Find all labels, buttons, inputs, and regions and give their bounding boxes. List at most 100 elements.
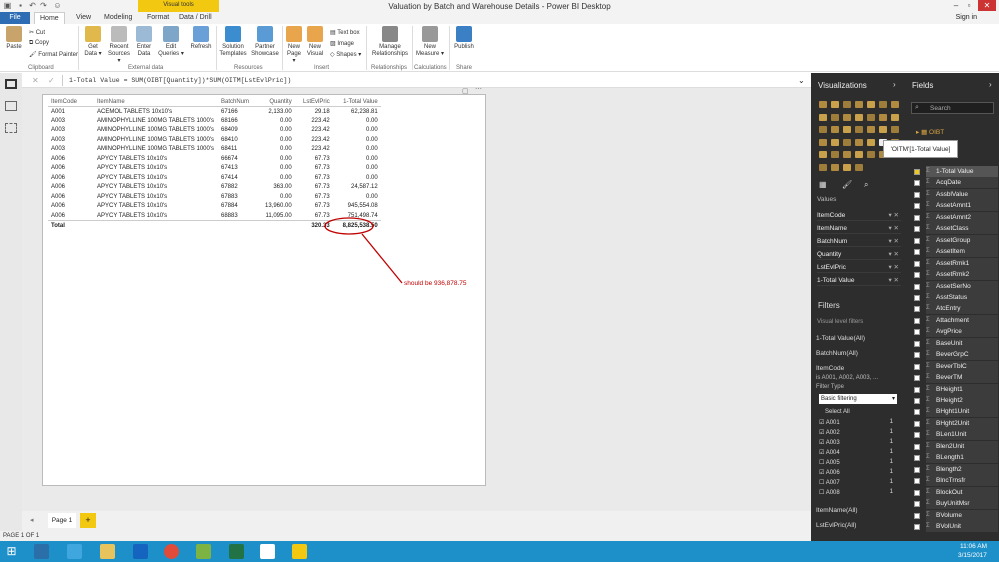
field-item[interactable]: Σ AssetAmnt1 — [914, 200, 998, 212]
formula-input[interactable]: 1-Total Value = SUM(OIBT[Quantity])*SUM(… — [69, 77, 291, 84]
field-item[interactable]: Σ Blength2 — [914, 463, 998, 475]
filter-option[interactable]: ☑ A004 1 — [819, 449, 899, 456]
visual-type-icon[interactable] — [831, 151, 839, 158]
checkbox-icon[interactable]: ☐ — [819, 490, 826, 496]
field-item[interactable]: Σ BHeight1 — [914, 383, 998, 395]
table-row[interactable]: A001 ACEMOL TABLETS 10x10's 67166 2,133.00 2… — [48, 107, 381, 117]
visual-type-icon[interactable] — [879, 113, 887, 121]
visual-type-icon[interactable] — [843, 101, 851, 108]
visual-type-icon[interactable] — [855, 138, 863, 146]
visual-type-icon[interactable] — [819, 101, 827, 108]
field-item[interactable]: Σ Blen2Unit — [914, 440, 998, 452]
field-checkbox[interactable] — [914, 478, 920, 485]
visual-type-icon[interactable] — [867, 101, 875, 108]
field-item[interactable]: Σ BlockOut — [914, 486, 998, 498]
field-checkbox[interactable] — [914, 191, 920, 198]
field-item[interactable]: Σ AssetAmnt2 — [914, 211, 998, 223]
field-checkbox[interactable] — [914, 180, 920, 187]
prev-page-icon[interactable]: ◂ — [30, 516, 34, 524]
checkbox-icon[interactable]: ☐ — [819, 460, 826, 466]
powerbi-icon[interactable] — [292, 544, 307, 559]
visual-type-icon[interactable] — [879, 126, 887, 133]
maximize-button[interactable]: ▫ — [963, 0, 975, 11]
field-checkbox[interactable] — [914, 443, 920, 450]
field-item[interactable]: Σ AtcEntry — [914, 303, 998, 315]
field-item[interactable]: Σ BHght1Unit — [914, 406, 998, 418]
page-tab-1[interactable]: Page 1 — [48, 513, 76, 528]
app-taskbar-icon[interactable] — [67, 544, 82, 559]
field-checkbox[interactable] — [914, 237, 920, 244]
tab-view[interactable]: View — [71, 12, 96, 24]
filter-card[interactable]: LstEvlPric(All) — [816, 522, 856, 529]
field-item[interactable]: Σ BHght2Unit — [914, 417, 998, 429]
report-view-icon[interactable] — [5, 79, 17, 89]
visual-type-icon[interactable] — [855, 151, 863, 158]
field-checkbox[interactable] — [914, 214, 920, 221]
new-page-button[interactable]: New Page ▾ — [285, 26, 303, 65]
new-measure-button[interactable]: New Measure ▾ — [415, 26, 445, 58]
column-header[interactable]: ItemCode — [48, 97, 94, 107]
field-item[interactable]: Σ AssblValue — [914, 188, 998, 200]
checkbox-icon[interactable]: ☑ — [819, 420, 826, 426]
edit-queries-button[interactable]: Edit Queries ▾ — [158, 26, 184, 58]
checkbox-icon[interactable]: ☑ — [819, 430, 826, 436]
field-checkbox[interactable] — [914, 375, 920, 382]
filter-option[interactable]: ☑ A002 1 — [819, 429, 899, 436]
field-checkbox[interactable] — [914, 432, 920, 439]
field-item[interactable]: Σ BLen1Unit — [914, 429, 998, 441]
visual-type-icon[interactable] — [819, 151, 827, 158]
field-checkbox[interactable] — [914, 329, 920, 336]
collapse-fields-icon[interactable]: › — [989, 80, 992, 89]
paste-button[interactable]: Paste — [3, 26, 25, 51]
field-checkbox[interactable] — [914, 420, 920, 427]
field-item[interactable]: Σ BHeight2 — [914, 395, 998, 406]
visual-type-icon[interactable] — [855, 126, 863, 133]
visual-type-icon[interactable] — [879, 101, 887, 108]
text-box-button[interactable]: ▤ Text box — [330, 29, 360, 36]
search-input[interactable]: ⌕ Search — [911, 102, 994, 114]
visual-type-icon[interactable] — [831, 163, 839, 171]
table-row[interactable]: A006 APYCY TABLETS 10x10's 67882 363.00 67.7… — [48, 183, 381, 193]
field-checkbox[interactable] — [914, 169, 920, 175]
field-checkbox[interactable] — [914, 466, 920, 473]
field-item[interactable]: Σ AcqDate — [914, 177, 998, 189]
visual-type-icon[interactable] — [891, 113, 899, 121]
checkbox-icon[interactable]: ☑ — [819, 440, 826, 446]
visual-type-icon[interactable] — [855, 163, 863, 171]
tab-file[interactable]: File — [0, 12, 30, 24]
visual-type-icon[interactable] — [819, 113, 827, 121]
field-checkbox[interactable] — [914, 226, 920, 233]
value-well-item[interactable]: 1-Total Value ▾ ✕ — [817, 275, 901, 286]
field-checkbox[interactable] — [914, 363, 920, 370]
field-item[interactable]: Σ BVolume — [914, 509, 998, 521]
table-visual[interactable]: ItemCode ItemName BatchNum Quantity LstE… — [48, 97, 381, 230]
field-item[interactable]: Σ AssetItem — [914, 246, 998, 258]
field-checkbox[interactable] — [914, 260, 920, 267]
remove-field-icon[interactable]: ▾ ✕ — [888, 210, 899, 221]
column-header[interactable]: BatchNum — [218, 97, 262, 107]
field-checkbox[interactable] — [914, 455, 920, 462]
table-row[interactable]: A006 APYCY TABLETS 10x10's 67883 0.00 67.73 0… — [48, 192, 381, 202]
field-checkbox[interactable] — [914, 512, 920, 519]
field-checkbox[interactable] — [914, 523, 920, 530]
filter-card[interactable]: ItemName(All) — [816, 507, 858, 514]
visual-type-icon[interactable] — [843, 138, 851, 146]
filter-option[interactable]: ☑ A001 1 — [819, 419, 899, 426]
get-data-button[interactable]: Get Data ▾ — [82, 26, 104, 58]
visual-type-icon[interactable] — [855, 113, 863, 121]
visual-type-icon[interactable] — [819, 126, 827, 133]
field-checkbox[interactable] — [914, 317, 920, 324]
filter-card[interactable]: BatchNum(All) — [816, 350, 858, 357]
visual-type-icon[interactable] — [831, 138, 839, 146]
visual-type-icon[interactable] — [855, 101, 863, 108]
refresh-button[interactable]: Refresh — [189, 26, 213, 51]
excel-icon[interactable] — [229, 544, 244, 559]
remove-field-icon[interactable]: ▾ ✕ — [888, 236, 899, 247]
close-button[interactable]: ✕ — [978, 0, 996, 11]
value-well-item[interactable]: Quantity ▾ ✕ — [817, 249, 901, 260]
tab-format[interactable]: Format — [142, 12, 174, 24]
document-icon[interactable] — [260, 544, 275, 559]
image-button[interactable]: ▨ Image — [330, 40, 354, 47]
field-checkbox[interactable] — [914, 489, 920, 496]
field-item[interactable]: Σ AssetRmk2 — [914, 269, 998, 281]
